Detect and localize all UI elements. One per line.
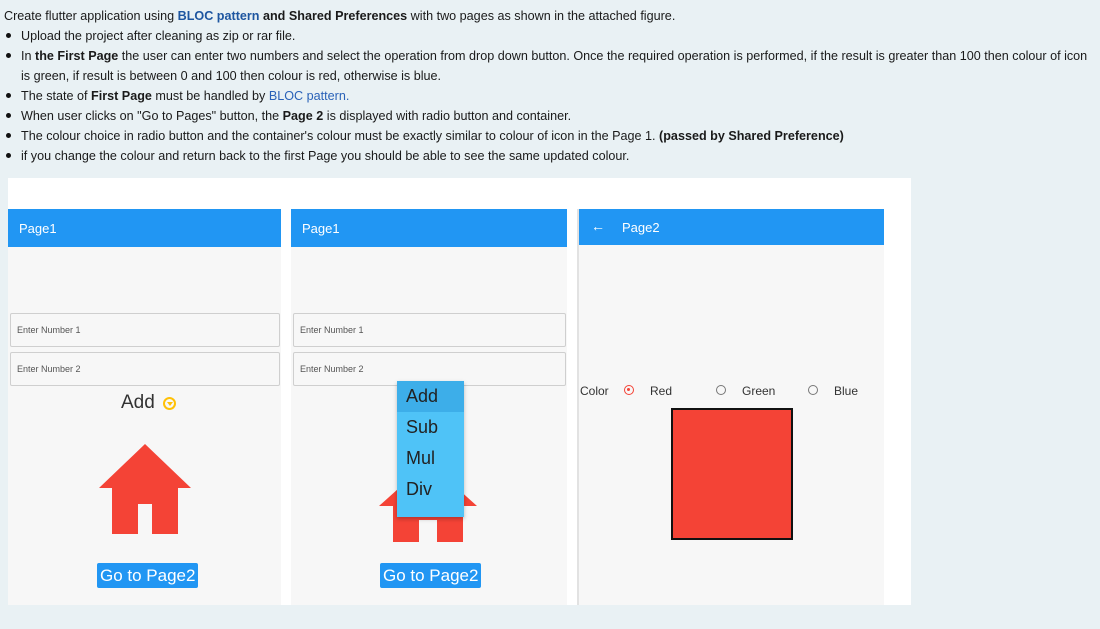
number1-field[interactable]: Enter Number 1 xyxy=(10,313,280,347)
intro-paragraph: Create flutter application using BLOC pa… xyxy=(4,9,676,23)
requirements-list: Upload the project after cleaning as zip… xyxy=(4,26,1096,166)
number2-placeholder: Enter Number 2 xyxy=(300,364,364,374)
number1-field[interactable]: Enter Number 1 xyxy=(293,313,566,347)
radio-blue-label: Blue xyxy=(834,384,859,398)
number1-placeholder: Enter Number 1 xyxy=(300,325,364,335)
number1-placeholder: Enter Number 1 xyxy=(17,325,81,335)
assignment-instructions: Create flutter application using BLOC pa… xyxy=(4,6,1096,166)
radio-red-label: Red xyxy=(650,384,673,398)
shared-preferences-highlight: Shared Preferences xyxy=(288,9,408,23)
number2-field[interactable]: Enter Number 2 xyxy=(10,352,280,386)
number2-placeholder: Enter Number 2 xyxy=(17,364,81,374)
operation-dropdown[interactable]: Add xyxy=(121,392,155,414)
app-bar: ← Page2 xyxy=(579,209,884,245)
go-to-page2-button[interactable]: Go to Page2 xyxy=(380,563,482,588)
list-item: When user clicks on "Go to Pages" button… xyxy=(4,106,1096,126)
dropdown-option-div[interactable]: Div xyxy=(397,474,464,505)
color-label: Color xyxy=(580,384,609,398)
dropdown-option-sub[interactable]: Sub xyxy=(397,412,464,443)
list-item: The colour choice in radio button and th… xyxy=(4,126,1096,146)
bloc-pattern-highlight: BLOC pattern xyxy=(177,9,260,23)
dropdown-arrow-icon[interactable] xyxy=(163,397,176,410)
app-bar-title: Page2 xyxy=(622,220,660,235)
screen-page1: Page1 Enter Number 1 Enter Number 2 Add … xyxy=(8,209,281,605)
app-bar: Page1 xyxy=(8,209,281,247)
radio-blue[interactable] xyxy=(808,385,818,395)
list-item: The state of First Page must be handled … xyxy=(4,86,1096,106)
list-item: if you change the colour and return back… xyxy=(4,146,1096,166)
home-icon xyxy=(99,444,191,534)
bloc-pattern-link[interactable]: BLOC pattern. xyxy=(269,89,350,103)
list-item: Upload the project after cleaning as zip… xyxy=(4,26,1096,46)
operation-dropdown-menu: Add Sub Mul Div xyxy=(397,381,464,517)
radio-green[interactable] xyxy=(716,385,726,395)
screen-page2: ← Page2 Color Red Green Blue xyxy=(577,209,884,605)
app-bar-title: Page1 xyxy=(302,221,340,236)
list-item: In the First Page the user can enter two… xyxy=(4,46,1096,86)
dropdown-option-mul[interactable]: Mul xyxy=(397,443,464,474)
dropdown-option-add[interactable]: Add xyxy=(397,381,464,412)
go-to-page2-button[interactable]: Go to Page2 xyxy=(97,563,199,588)
attached-figure: Page1 Enter Number 1 Enter Number 2 Add … xyxy=(8,178,911,605)
screen-page1-dropdown-open: Page1 Enter Number 1 Enter Number 2 Add … xyxy=(291,209,567,605)
back-arrow-icon[interactable]: ← xyxy=(591,218,605,234)
radio-red[interactable] xyxy=(624,385,634,395)
app-bar: Page1 xyxy=(291,209,567,247)
radio-green-label: Green xyxy=(742,384,776,398)
color-container xyxy=(671,408,793,540)
app-bar-title: Page1 xyxy=(19,221,57,236)
